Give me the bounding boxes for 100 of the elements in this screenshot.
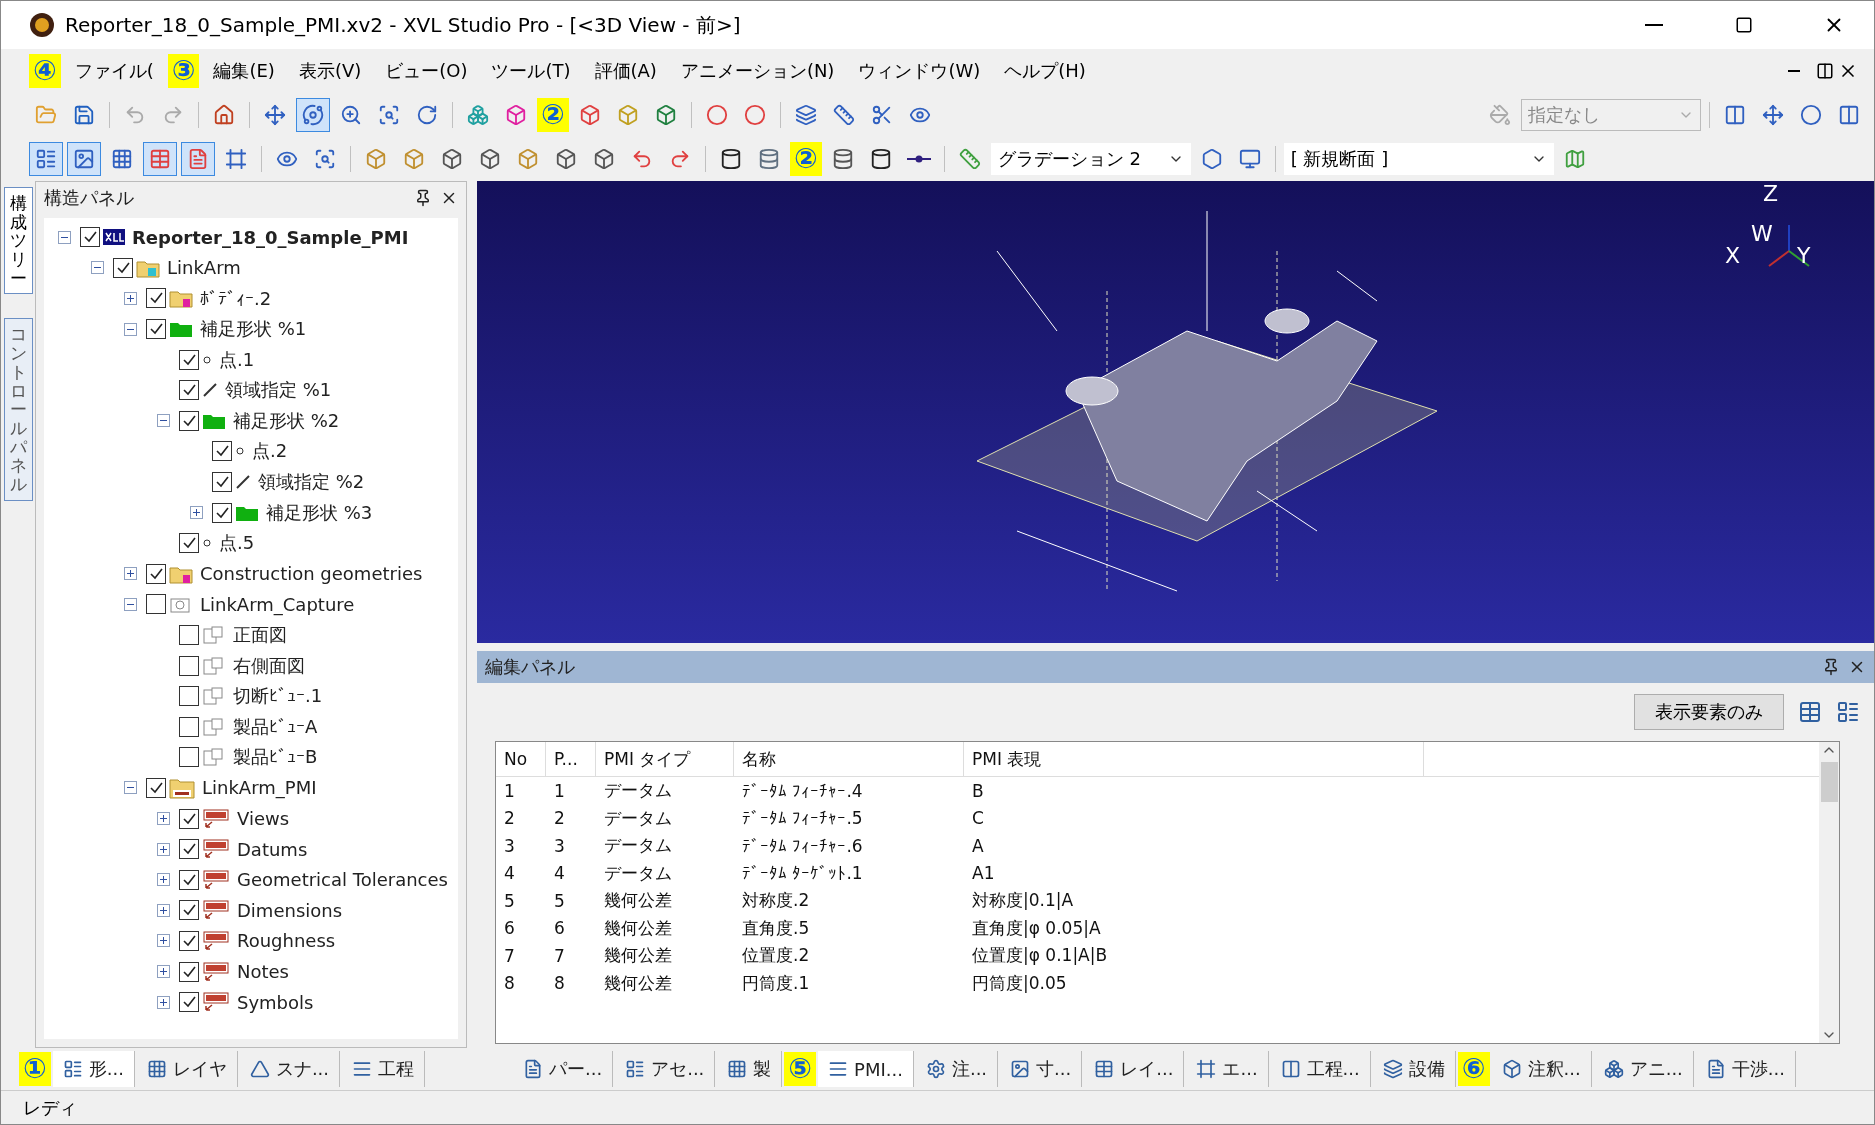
- tree-item-label[interactable]: LinkArm: [167, 257, 241, 279]
- column-header[interactable]: PMI タイプ: [596, 742, 734, 776]
- panel-tab[interactable]: スナ...: [239, 1051, 341, 1087]
- menu-item[interactable]: ツール(T): [481, 55, 581, 87]
- tree-item-label[interactable]: 点.1: [219, 347, 255, 372]
- panel-tab[interactable]: 工程: [342, 1051, 426, 1087]
- tree-item-label[interactable]: 切断ﾋﾞｭｰ.1: [233, 684, 323, 709]
- tree-item-label[interactable]: 領域指定 %2: [258, 470, 365, 495]
- checkbox[interactable]: [179, 900, 199, 921]
- tree-item-label[interactable]: 点.5: [219, 531, 255, 556]
- menu-item[interactable]: ビュー(O): [375, 55, 478, 87]
- tree-item-label[interactable]: 補足形状 %2: [233, 408, 340, 433]
- checkbox[interactable]: [179, 533, 199, 554]
- checkbox[interactable]: [179, 961, 199, 982]
- checkbox[interactable]: [179, 410, 199, 431]
- menu-item[interactable]: ファイル(: [64, 55, 164, 87]
- panel-tab[interactable]: 形...: [52, 1051, 135, 1087]
- menu-item[interactable]: 表示(V): [288, 55, 372, 87]
- tree-item-label[interactable]: 補足形状 %3: [266, 500, 373, 525]
- dropdown-field[interactable]: [ 新規断面 ]: [1283, 143, 1554, 175]
- checkbox[interactable]: [179, 747, 199, 768]
- collapse-toggle[interactable]: [157, 414, 170, 428]
- tree-item-label[interactable]: Roughness: [237, 930, 336, 952]
- checkbox[interactable]: [179, 716, 199, 737]
- menu-item[interactable]: ヘルプ(H): [994, 55, 1096, 87]
- panel-tab[interactable]: エ...: [1186, 1051, 1269, 1087]
- menu-item[interactable]: 評価(A): [584, 55, 667, 87]
- checkbox[interactable]: [179, 992, 199, 1013]
- panel-tab[interactable]: 寸...: [1000, 1051, 1083, 1087]
- panel-tab[interactable]: レイ...: [1084, 1051, 1185, 1087]
- tree-item-label[interactable]: 正面図: [233, 623, 287, 647]
- tree-item-label[interactable]: 点.2: [252, 439, 288, 464]
- expand-toggle[interactable]: [190, 506, 203, 520]
- tree-item-label[interactable]: LinkArm_PMI: [202, 777, 317, 799]
- panel-tab[interactable]: アセ...: [615, 1051, 716, 1087]
- visible-only-button[interactable]: 表示要素のみ: [1634, 694, 1784, 730]
- expand-toggle[interactable]: [157, 812, 170, 826]
- panel-tab[interactable]: パー...: [513, 1051, 614, 1087]
- tree-item-label[interactable]: 製品ﾋﾞｭｰA: [233, 714, 318, 739]
- panel-button[interactable]: [29, 142, 63, 176]
- collapse-toggle[interactable]: [124, 597, 137, 611]
- tree-item-label[interactable]: 製品ﾋﾞｭｰB: [233, 745, 318, 770]
- checkbox[interactable]: [179, 686, 199, 707]
- menu-item[interactable]: アニメーション(N): [670, 55, 845, 87]
- column-header[interactable]: P...: [546, 742, 596, 776]
- panel-tab[interactable]: 工程...: [1270, 1051, 1371, 1087]
- scrollbar-thumb[interactable]: [1820, 762, 1838, 802]
- expand-toggle[interactable]: [124, 292, 137, 305]
- panel-button[interactable]: [143, 142, 177, 176]
- checkbox[interactable]: [179, 655, 199, 676]
- tree-item-label[interactable]: Datums: [237, 838, 308, 860]
- expand-toggle[interactable]: [124, 567, 137, 581]
- side-tab[interactable]: 構成ツリー: [3, 187, 33, 295]
- menu-item[interactable]: ウィンドウ(W): [848, 55, 991, 87]
- checkbox[interactable]: [179, 380, 199, 401]
- panel-tab[interactable]: アニ...: [1593, 1051, 1694, 1087]
- collapse-toggle[interactable]: [124, 781, 137, 795]
- checkbox[interactable]: [146, 288, 166, 309]
- column-header[interactable]: 名称: [734, 742, 964, 776]
- panel-button[interactable]: [67, 142, 101, 176]
- panel-tab[interactable]: 干渉...: [1695, 1051, 1796, 1087]
- expand-toggle[interactable]: [157, 903, 170, 917]
- panel-tab[interactable]: 注...: [915, 1051, 999, 1087]
- tree-item-label[interactable]: Geometrical Tolerances: [237, 869, 448, 891]
- checkbox[interactable]: [179, 349, 199, 370]
- checkbox[interactable]: [179, 808, 199, 829]
- tree-item-label[interactable]: 領域指定 %1: [225, 378, 332, 403]
- checkbox[interactable]: [179, 930, 199, 951]
- tree-item-label[interactable]: Symbols: [237, 991, 314, 1013]
- tree-item-label[interactable]: Views: [237, 808, 290, 830]
- checkbox[interactable]: [113, 257, 133, 278]
- tree-item-label[interactable]: ﾎﾞﾃﾞｨｰ.2: [200, 288, 272, 309]
- panel-tab[interactable]: PMI...: [818, 1051, 914, 1087]
- checkbox[interactable]: [212, 441, 232, 462]
- menu-item[interactable]: 編集(E): [203, 55, 285, 87]
- panel-tab[interactable]: 設備: [1372, 1051, 1456, 1087]
- column-header[interactable]: PMI 表現: [964, 742, 1424, 776]
- checkbox[interactable]: [146, 594, 166, 615]
- checkbox[interactable]: [179, 869, 199, 890]
- panel-tab[interactable]: 注釈...: [1491, 1051, 1592, 1087]
- panel-tab[interactable]: 製: [717, 1051, 783, 1087]
- expand-toggle[interactable]: [157, 934, 170, 948]
- expand-toggle[interactable]: [157, 873, 170, 887]
- checkbox[interactable]: [146, 563, 166, 584]
- checkbox[interactable]: [179, 839, 199, 860]
- orbit-button[interactable]: [296, 98, 330, 132]
- tree-item-label[interactable]: Construction geometries: [200, 563, 423, 585]
- 3d-viewport[interactable]: Z X W Y: [477, 181, 1874, 643]
- checkbox[interactable]: [146, 778, 166, 798]
- dropdown-field[interactable]: グラデーション 2: [990, 143, 1191, 175]
- tree-item-label[interactable]: Notes: [237, 961, 289, 983]
- collapse-toggle[interactable]: [91, 261, 104, 275]
- tree-item-label[interactable]: 補足形状 %1: [200, 317, 307, 342]
- tree-item-label[interactable]: 右側面図: [233, 653, 305, 678]
- checkbox[interactable]: [212, 472, 232, 493]
- tree-item-label[interactable]: Dimensions: [237, 899, 343, 921]
- tree-item-label[interactable]: Reporter_18_0_Sample_PMI: [132, 226, 409, 248]
- scrollbar[interactable]: [1819, 742, 1839, 1043]
- expand-toggle[interactable]: [157, 995, 170, 1009]
- checkbox[interactable]: [179, 625, 199, 645]
